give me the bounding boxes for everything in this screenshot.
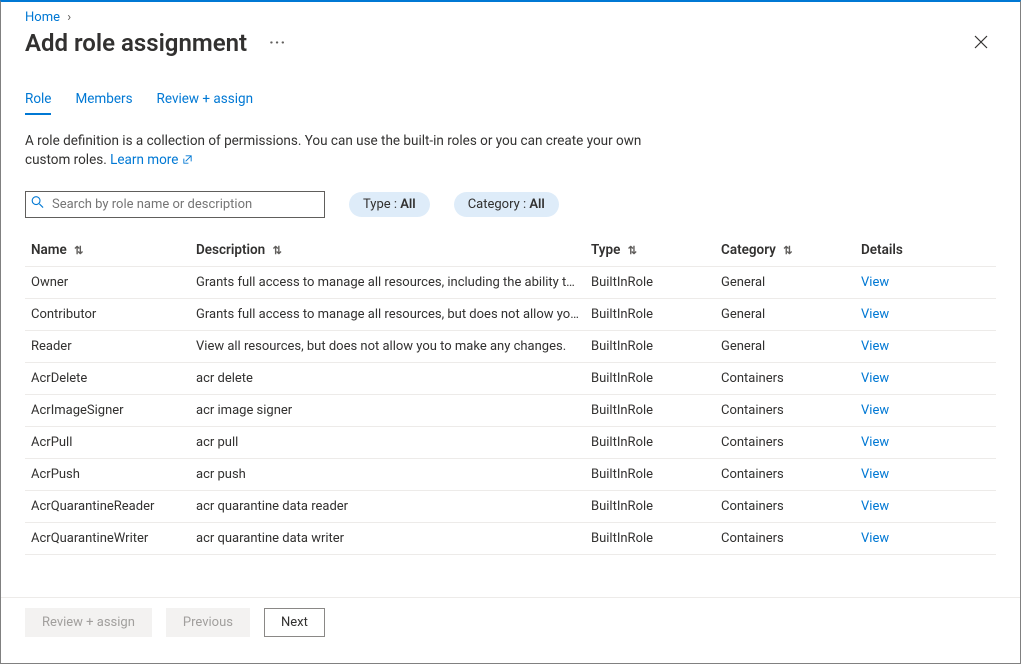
table-row[interactable]: AcrQuarantineWriteracr quarantine data w… [25, 522, 996, 554]
cell-type: BuiltInRole [585, 298, 715, 330]
cell-type: BuiltInRole [585, 490, 715, 522]
cell-category: Containers [715, 394, 855, 426]
col-description[interactable]: Description ⇅ [190, 234, 585, 267]
sort-icon: ⇅ [628, 244, 637, 257]
table-row[interactable]: ContributorGrants full access to manage … [25, 298, 996, 330]
breadcrumb-home[interactable]: Home [25, 10, 60, 25]
main-scroll[interactable]: Role Members Review + assign A role defi… [1, 73, 1020, 597]
learn-more-label: Learn more [110, 152, 178, 168]
review-assign-button[interactable]: Review + assign [25, 608, 152, 637]
search-input-wrapper [25, 191, 325, 218]
table-row[interactable]: ReaderView all resources, but does not a… [25, 330, 996, 362]
tab-review[interactable]: Review + assign [157, 85, 253, 115]
cell-type: BuiltInRole [585, 394, 715, 426]
col-category[interactable]: Category ⇅ [715, 234, 855, 267]
cell-name: AcrPull [25, 426, 190, 458]
next-button[interactable]: Next [264, 608, 325, 637]
search-input[interactable] [25, 191, 325, 218]
breadcrumb: Home › [1, 2, 1020, 25]
cell-description: Grants full access to manage all resourc… [190, 266, 585, 298]
view-link[interactable]: View [861, 307, 889, 322]
cell-category: Containers [715, 490, 855, 522]
cell-description: acr delete [190, 362, 585, 394]
roles-table: Name ⇅ Description ⇅ Type ⇅ Category [25, 234, 996, 555]
close-button[interactable] [966, 30, 996, 57]
tab-bar: Role Members Review + assign [25, 85, 996, 116]
more-actions-button[interactable]: ··· [263, 35, 292, 51]
view-link[interactable]: View [861, 531, 889, 546]
col-type-label: Type [591, 242, 620, 258]
cell-description: acr pull [190, 426, 585, 458]
tab-members[interactable]: Members [75, 85, 132, 115]
learn-more-link[interactable]: Learn more [110, 152, 193, 168]
external-link-icon [182, 152, 193, 171]
cell-description: acr quarantine data writer [190, 522, 585, 554]
cell-name: AcrQuarantineReader [25, 490, 190, 522]
col-name-label: Name [31, 242, 67, 258]
col-details: Details [855, 234, 996, 267]
filter-type[interactable]: Type : All [349, 192, 430, 217]
view-link[interactable]: View [861, 499, 889, 514]
table-row[interactable]: AcrImageSigneracr image signerBuiltInRol… [25, 394, 996, 426]
view-link[interactable]: View [861, 467, 889, 482]
view-link[interactable]: View [861, 339, 889, 354]
horizontal-scrollbar[interactable] [1, 647, 1020, 663]
search-icon [31, 196, 44, 213]
col-details-label: Details [861, 242, 903, 258]
table-row[interactable]: AcrDeleteacr deleteBuiltInRoleContainers… [25, 362, 996, 394]
cell-type: BuiltInRole [585, 458, 715, 490]
col-name[interactable]: Name ⇅ [25, 234, 190, 267]
cell-category: Containers [715, 458, 855, 490]
cell-description: acr push [190, 458, 585, 490]
cell-category: Containers [715, 362, 855, 394]
cell-name: Contributor [25, 298, 190, 330]
previous-button[interactable]: Previous [166, 608, 250, 637]
col-description-label: Description [196, 242, 265, 258]
tab-role[interactable]: Role [25, 85, 51, 115]
cell-category: General [715, 330, 855, 362]
sort-icon: ⇅ [783, 244, 792, 257]
cell-description: View all resources, but does not allow y… [190, 330, 585, 362]
table-row[interactable]: OwnerGrants full access to manage all re… [25, 266, 996, 298]
chevron-right-icon: › [63, 10, 75, 25]
cell-name: Reader [25, 330, 190, 362]
page-title: Add role assignment [25, 29, 247, 57]
view-link[interactable]: View [861, 403, 889, 418]
cell-name: AcrImageSigner [25, 394, 190, 426]
cell-name: AcrDelete [25, 362, 190, 394]
cell-description: acr image signer [190, 394, 585, 426]
filter-type-label: Type : [363, 197, 400, 212]
cell-category: General [715, 266, 855, 298]
cell-category: General [715, 298, 855, 330]
cell-name: Owner [25, 266, 190, 298]
cell-description: acr quarantine data reader [190, 490, 585, 522]
filter-type-value: All [400, 197, 415, 212]
filter-category-label: Category : [468, 197, 530, 212]
sort-icon: ⇅ [74, 244, 83, 257]
view-link[interactable]: View [861, 435, 889, 450]
cell-type: BuiltInRole [585, 330, 715, 362]
cell-type: BuiltInRole [585, 266, 715, 298]
view-link[interactable]: View [861, 371, 889, 386]
cell-name: AcrPush [25, 458, 190, 490]
cell-type: BuiltInRole [585, 426, 715, 458]
cell-category: Containers [715, 426, 855, 458]
intro-text: A role definition is a collection of per… [25, 132, 645, 171]
sort-icon: ⇅ [273, 244, 282, 257]
col-type[interactable]: Type ⇅ [585, 234, 715, 267]
col-category-label: Category [721, 242, 776, 258]
cell-name: AcrQuarantineWriter [25, 522, 190, 554]
cell-type: BuiltInRole [585, 522, 715, 554]
cell-description: Grants full access to manage all resourc… [190, 298, 585, 330]
filter-category-value: All [529, 197, 544, 212]
view-link[interactable]: View [861, 275, 889, 290]
footer-bar: Review + assign Previous Next [1, 597, 1020, 647]
cell-type: BuiltInRole [585, 362, 715, 394]
table-row[interactable]: AcrPushacr pushBuiltInRoleContainers View [25, 458, 996, 490]
filter-category[interactable]: Category : All [454, 192, 559, 217]
table-row[interactable]: AcrQuarantineReaderacr quarantine data r… [25, 490, 996, 522]
close-icon [974, 35, 988, 49]
table-row[interactable]: AcrPullacr pullBuiltInRoleContainers View [25, 426, 996, 458]
cell-category: Containers [715, 522, 855, 554]
